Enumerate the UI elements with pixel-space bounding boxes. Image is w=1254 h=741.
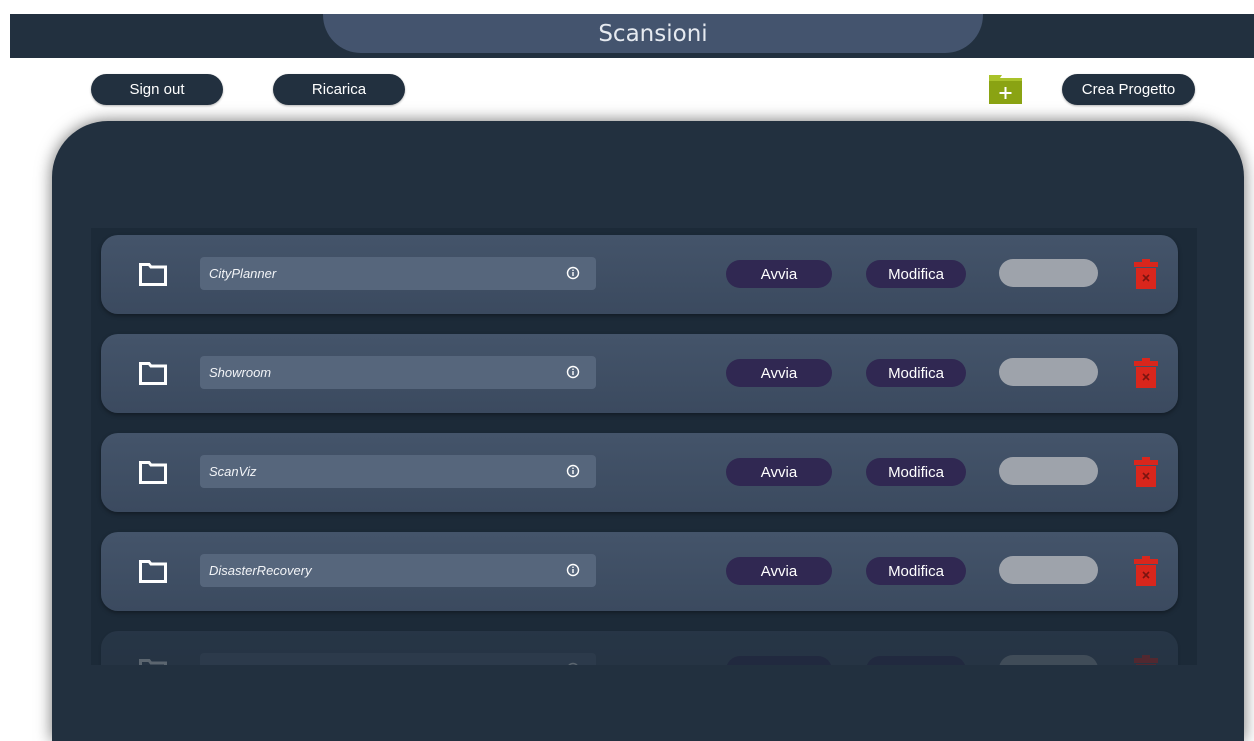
trash-icon[interactable]: [1133, 556, 1159, 586]
status-toggle[interactable]: [999, 358, 1098, 386]
edit-button[interactable]: [866, 656, 966, 665]
folder-plus-icon[interactable]: [989, 75, 1022, 104]
folder-icon: [139, 659, 167, 665]
info-icon[interactable]: [566, 365, 580, 379]
trash-icon[interactable]: [1133, 655, 1159, 665]
project-name: CityPlanner: [209, 266, 277, 281]
project-list[interactable]: CityPlanner Avvia Modifica Showroom Avvi…: [91, 228, 1197, 665]
create-project-button[interactable]: Crea Progetto: [1062, 74, 1195, 105]
edit-button[interactable]: Modifica: [866, 557, 966, 585]
folder-icon: [139, 461, 167, 484]
project-row: CityPlanner Avvia Modifica: [101, 235, 1178, 314]
info-icon[interactable]: [566, 662, 580, 665]
project-row: Showroom Avvia Modifica: [101, 334, 1178, 413]
project-name-field[interactable]: Showroom: [200, 356, 596, 389]
folder-icon: [139, 263, 167, 286]
project-row: [101, 631, 1178, 665]
project-name: Showroom: [209, 365, 272, 380]
trash-icon[interactable]: [1133, 259, 1159, 289]
project-name: DisasterRecovery: [209, 563, 312, 578]
start-button[interactable]: Avvia: [726, 359, 832, 387]
project-name-field[interactable]: [200, 653, 596, 665]
title-tab: Scansioni: [323, 14, 983, 53]
top-bar: Scansioni: [10, 14, 1254, 58]
project-row: ScanViz Avvia Modifica: [101, 433, 1178, 512]
status-toggle[interactable]: [999, 655, 1098, 665]
folder-icon: [139, 560, 167, 583]
sign-out-button[interactable]: Sign out: [91, 74, 223, 105]
start-button[interactable]: Avvia: [726, 557, 832, 585]
start-button[interactable]: Avvia: [726, 260, 832, 288]
edit-button[interactable]: Modifica: [866, 458, 966, 486]
info-icon[interactable]: [566, 563, 580, 577]
project-name-field[interactable]: DisasterRecovery: [200, 554, 596, 587]
project-name-field[interactable]: ScanViz: [200, 455, 596, 488]
start-button[interactable]: [726, 656, 832, 665]
edit-button[interactable]: Modifica: [866, 260, 966, 288]
status-toggle[interactable]: [999, 457, 1098, 485]
start-button[interactable]: Avvia: [726, 458, 832, 486]
project-name-field[interactable]: CityPlanner: [200, 257, 596, 290]
project-row: DisasterRecovery Avvia Modifica: [101, 532, 1178, 611]
project-name: ScanViz: [209, 464, 257, 479]
info-icon[interactable]: [566, 464, 580, 478]
status-toggle[interactable]: [999, 556, 1098, 584]
status-toggle[interactable]: [999, 259, 1098, 287]
page-title: Scansioni: [598, 20, 708, 47]
trash-icon[interactable]: [1133, 358, 1159, 388]
folder-icon: [139, 362, 167, 385]
trash-icon[interactable]: [1133, 457, 1159, 487]
reload-button[interactable]: Ricarica: [273, 74, 405, 105]
edit-button[interactable]: Modifica: [866, 359, 966, 387]
info-icon[interactable]: [566, 266, 580, 280]
